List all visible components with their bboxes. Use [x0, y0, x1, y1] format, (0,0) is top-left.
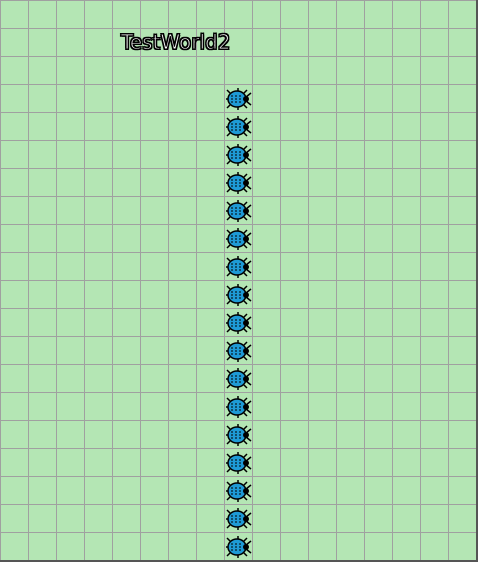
bug-icon[interactable]	[224, 421, 252, 449]
world-title: TestWorld2	[120, 30, 231, 55]
bug-icon[interactable]	[224, 449, 252, 477]
bug-icon[interactable]	[224, 365, 252, 393]
bug-icon[interactable]	[224, 281, 252, 309]
bug-icon[interactable]	[224, 85, 252, 113]
bug-icon[interactable]	[224, 113, 252, 141]
bug-icon[interactable]	[224, 225, 252, 253]
bug-icon[interactable]	[224, 337, 252, 365]
bug-icon[interactable]	[224, 393, 252, 421]
bug-icon[interactable]	[224, 197, 252, 225]
bug-icon[interactable]	[224, 309, 252, 337]
bug-icon[interactable]	[224, 477, 252, 505]
bug-icon[interactable]	[224, 141, 252, 169]
bug-icon[interactable]	[224, 505, 252, 533]
bug-icon[interactable]	[224, 533, 252, 561]
world-grid[interactable]: TestWorld2	[0, 0, 478, 562]
bug-icon[interactable]	[224, 169, 252, 197]
bug-icon[interactable]	[224, 253, 252, 281]
